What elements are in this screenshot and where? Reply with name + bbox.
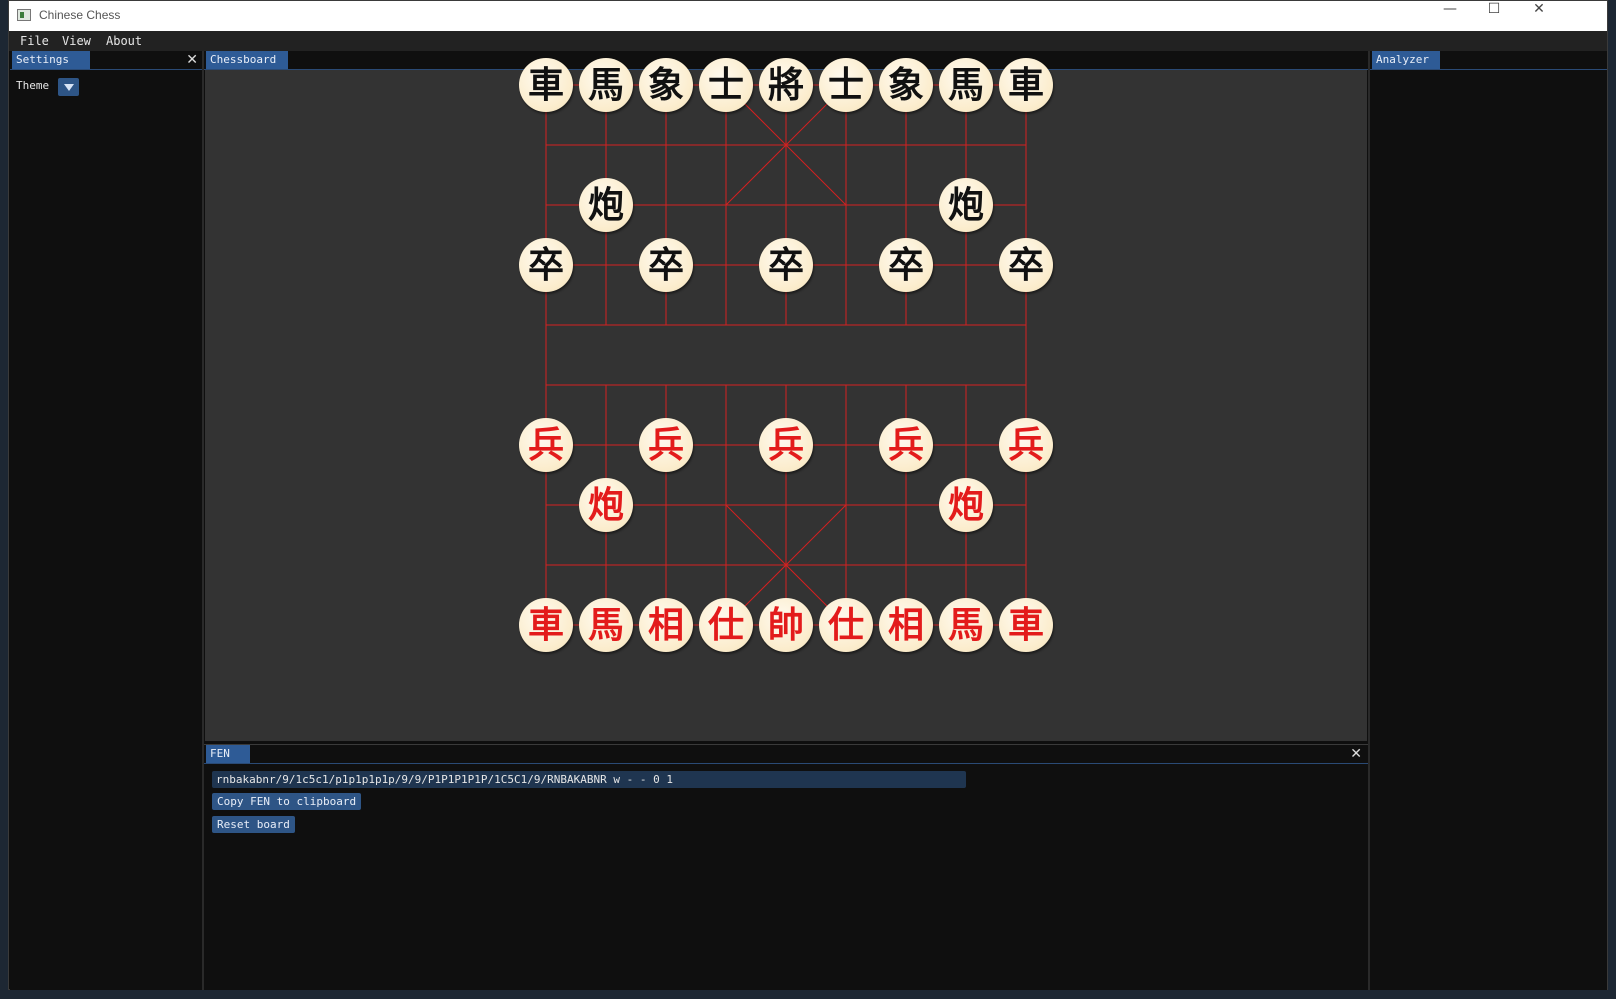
red-piece[interactable]: 相 (639, 598, 693, 652)
tab-analyzer[interactable]: Analyzer (1372, 51, 1440, 69)
black-piece[interactable]: 士 (699, 58, 753, 112)
copy-fen-button[interactable]: Copy FEN to clipboard (212, 793, 362, 810)
fen-input[interactable]: rnbakabnr/9/1c5c1/p1p1p1p1p/9/9/P1P1P1P1… (212, 771, 966, 788)
black-piece[interactable]: 象 (879, 58, 933, 112)
tab-fen[interactable]: FEN (206, 745, 250, 763)
app-icon (17, 9, 31, 21)
black-piece[interactable]: 象 (639, 58, 693, 112)
pieces-layer: 車馬象士將士象馬車炮炮卒卒卒卒卒兵兵兵兵兵炮炮車馬相仕帥仕相馬車 (205, 58, 1367, 742)
red-piece[interactable]: 馬 (939, 598, 993, 652)
board-area: 車馬象士將士象馬車炮炮卒卒卒卒卒兵兵兵兵兵炮炮車馬相仕帥仕相馬車 (205, 58, 1367, 742)
settings-close-icon[interactable]: ✕ (186, 51, 198, 69)
menu-bar: File View About (9, 31, 1607, 51)
red-piece[interactable]: 兵 (639, 418, 693, 472)
red-piece[interactable]: 兵 (519, 418, 573, 472)
fen-panel: FEN ✕ rnbakabnr/9/1c5c1/p1p1p1p1p/9/9/P1… (204, 744, 1368, 990)
menu-file[interactable]: File (20, 34, 49, 48)
fen-close-icon[interactable]: ✕ (1350, 745, 1362, 763)
title-bar: Chinese Chess — ☐ ✕ (9, 1, 1607, 31)
analyzer-header: Analyzer (1370, 51, 1607, 70)
red-piece[interactable]: 仕 (819, 598, 873, 652)
black-piece[interactable]: 馬 (939, 58, 993, 112)
analyzer-panel: Analyzer (1368, 51, 1607, 990)
close-window-button[interactable]: ✕ (1516, 1, 1562, 31)
theme-dropdown-button[interactable] (58, 78, 79, 96)
tab-chessboard[interactable]: Chessboard (206, 51, 288, 69)
window-title: Chinese Chess (39, 8, 121, 22)
reset-board-button[interactable]: Reset board (212, 816, 295, 833)
tab-settings[interactable]: Settings (12, 51, 90, 69)
black-piece[interactable]: 馬 (579, 58, 633, 112)
black-piece[interactable]: 炮 (939, 178, 993, 232)
black-piece[interactable]: 炮 (579, 178, 633, 232)
red-piece[interactable]: 兵 (999, 418, 1053, 472)
black-piece[interactable]: 將 (759, 58, 813, 112)
red-piece[interactable]: 仕 (699, 598, 753, 652)
black-piece[interactable]: 卒 (639, 238, 693, 292)
black-piece[interactable]: 車 (999, 58, 1053, 112)
red-piece[interactable]: 炮 (579, 478, 633, 532)
black-piece[interactable]: 卒 (999, 238, 1053, 292)
red-piece[interactable]: 車 (999, 598, 1053, 652)
minimize-button[interactable]: — (1427, 1, 1473, 31)
fen-header: FEN ✕ (204, 745, 1368, 764)
red-piece[interactable]: 相 (879, 598, 933, 652)
red-piece[interactable]: 帥 (759, 598, 813, 652)
black-piece[interactable]: 卒 (519, 238, 573, 292)
black-piece[interactable]: 士 (819, 58, 873, 112)
menu-view[interactable]: View (62, 34, 91, 48)
menu-about[interactable]: About (106, 34, 142, 48)
red-piece[interactable]: 馬 (579, 598, 633, 652)
red-piece[interactable]: 兵 (759, 418, 813, 472)
black-piece[interactable]: 卒 (879, 238, 933, 292)
settings-header: Settings ✕ (10, 51, 202, 70)
red-piece[interactable]: 車 (519, 598, 573, 652)
app-window: Chinese Chess — ☐ ✕ File View About Sett… (8, 0, 1608, 990)
red-piece[interactable]: 炮 (939, 478, 993, 532)
black-piece[interactable]: 車 (519, 58, 573, 112)
red-piece[interactable]: 兵 (879, 418, 933, 472)
black-piece[interactable]: 卒 (759, 238, 813, 292)
maximize-button[interactable]: ☐ (1471, 1, 1517, 31)
settings-panel: Settings ✕ Theme (10, 51, 204, 990)
chessboard-panel: Chessboard 車馬象士將士象馬車炮炮卒卒卒卒卒兵兵兵兵兵炮炮車馬相仕帥仕… (204, 51, 1368, 742)
theme-label: Theme (16, 79, 50, 92)
